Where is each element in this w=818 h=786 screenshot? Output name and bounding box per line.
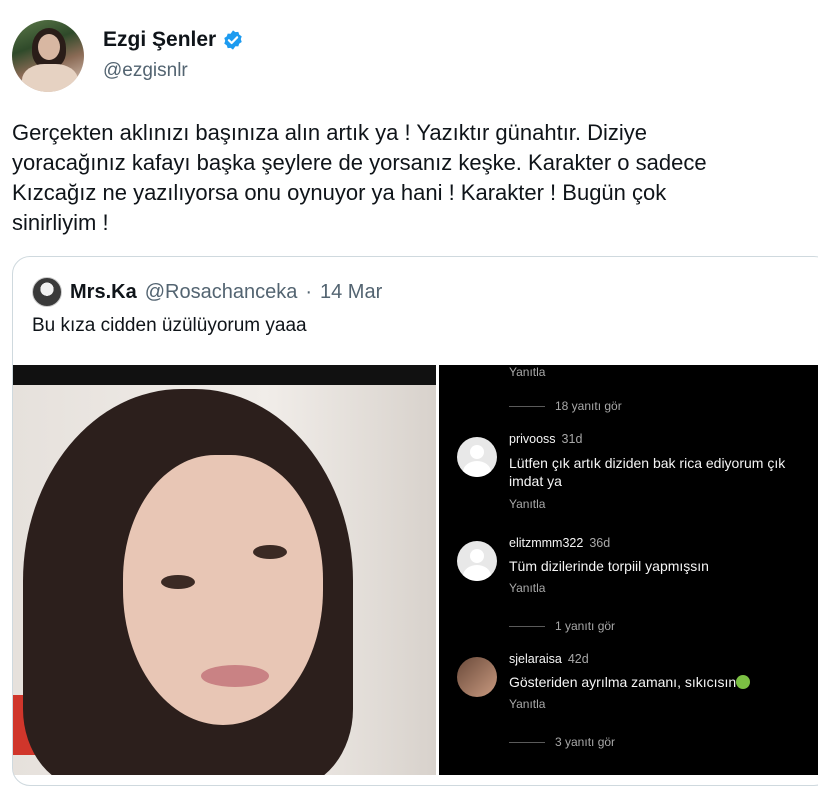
meta-separator: · bbox=[305, 280, 312, 303]
default-user-icon bbox=[470, 549, 484, 563]
author-name[interactable]: Ezgi Şenler bbox=[103, 28, 216, 52]
photo-left-eye bbox=[161, 575, 195, 589]
comment-reply-link: Yanıtla bbox=[509, 581, 546, 595]
comment-avatar bbox=[457, 541, 497, 581]
quoted-author-avatar[interactable] bbox=[32, 277, 62, 307]
quoted-tweet-card[interactable]: Mrs.Ka @Rosachanceka · 14 Mar Bu kıza ci… bbox=[12, 256, 818, 786]
quoted-tweet-photo-portrait[interactable] bbox=[13, 365, 436, 775]
view-replies-row: 1 yanıtı gör bbox=[509, 619, 615, 633]
divider-line bbox=[509, 741, 545, 743]
comment-avatar bbox=[457, 657, 497, 697]
comment-username: sjelaraisa 42d bbox=[509, 652, 589, 666]
comment-username-text: sjelaraisa bbox=[509, 652, 562, 666]
comment-text-content: Gösteriden ayrılma zamanı, sıkıcısın bbox=[509, 674, 737, 690]
author-name-row[interactable]: Ezgi Şenler bbox=[103, 28, 244, 52]
view-replies-label: 1 yanıtı gör bbox=[555, 619, 616, 633]
comment-reply-link: Yanıtla bbox=[509, 497, 546, 511]
avatar-body bbox=[22, 64, 78, 92]
comment-avatar bbox=[457, 437, 497, 477]
default-user-shoulders bbox=[463, 565, 491, 581]
comment-username: privooss 31d bbox=[509, 432, 582, 446]
author-avatar[interactable] bbox=[12, 20, 84, 92]
comment-username: elitzmmm322 36d bbox=[509, 536, 610, 550]
quoted-author-name[interactable]: Mrs.Ka bbox=[70, 281, 137, 304]
comment-text: Gösteriden ayrılma zamanı, sıkıcısın bbox=[509, 673, 809, 691]
photo-lips bbox=[201, 665, 269, 687]
reply-link: Yanıtla bbox=[509, 365, 546, 379]
photo-right-eye bbox=[253, 545, 287, 559]
avatar-face bbox=[38, 34, 60, 60]
view-replies-label: 18 yanıtı gör bbox=[555, 399, 622, 413]
comment-age: 36d bbox=[589, 536, 611, 550]
comment-age: 42d bbox=[567, 652, 589, 666]
quoted-tweet-text: Bu kıza cidden üzülüyorum yaaa bbox=[32, 315, 307, 336]
divider-line bbox=[509, 625, 545, 627]
default-user-icon bbox=[470, 445, 484, 459]
divider-line bbox=[509, 405, 545, 407]
view-replies-row: 18 yanıtı gör bbox=[509, 399, 622, 413]
comment-text: Tüm dizilerinde torpiil yapmışsın bbox=[509, 558, 709, 574]
quoted-tweet-date[interactable]: 14 Mar bbox=[320, 281, 382, 304]
comment-text: Lütfen çık artık diziden bak rica ediyor… bbox=[509, 455, 786, 489]
quoted-tweet-photo-comments[interactable]: Yanıtla 18 yanıtı gör privooss 31d Lütfen… bbox=[439, 365, 818, 775]
default-user-shoulders bbox=[463, 461, 491, 477]
photo-top-strip bbox=[13, 365, 436, 385]
view-replies-row: 3 yanıtı gör bbox=[509, 735, 615, 749]
comment-username-text: elitzmmm322 bbox=[509, 536, 584, 550]
quoted-tweet-header: Mrs.Ka @Rosachanceka · 14 Mar bbox=[32, 277, 382, 307]
view-replies-label: 3 yanıtı gör bbox=[555, 735, 616, 749]
verified-badge-icon bbox=[224, 30, 242, 50]
comment-age: 31d bbox=[561, 432, 583, 446]
tweet-text: Gerçekten aklınızı başınıza alın artık y… bbox=[12, 120, 707, 235]
nauseated-face-emoji-icon bbox=[736, 675, 751, 689]
author-handle[interactable]: @ezgisnlr bbox=[103, 60, 188, 82]
comment-username-text: privooss bbox=[509, 432, 556, 446]
comment-reply-link: Yanıtla bbox=[509, 697, 546, 711]
quoted-author-handle[interactable]: @Rosachanceka bbox=[145, 281, 298, 304]
